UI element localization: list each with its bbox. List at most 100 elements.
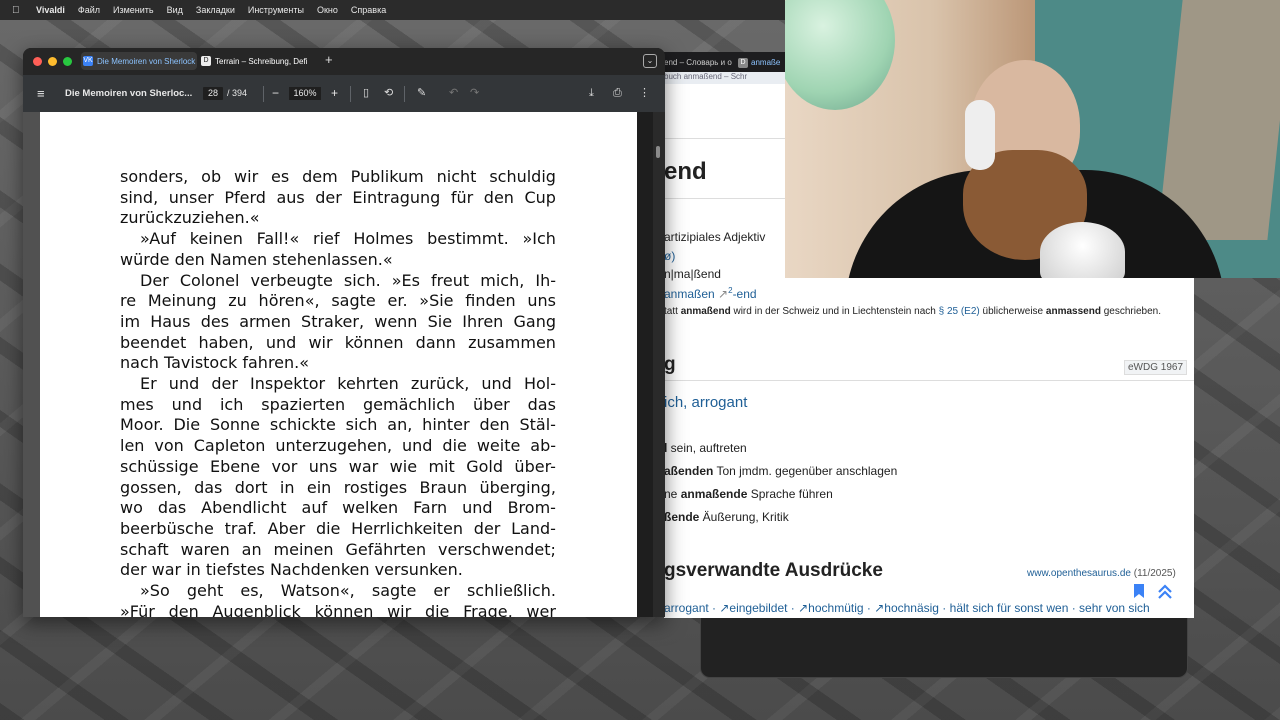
pdf-word: des xyxy=(200,311,230,331)
vertical-scrollbar[interactable] xyxy=(653,112,665,617)
pdf-word: mit xyxy=(428,456,455,476)
menu-tools[interactable]: Инструменты xyxy=(248,5,304,15)
pdf-word: von xyxy=(154,436,184,456)
example-2: aßenden Ton jmdm. gegenüber anschlagen xyxy=(664,464,897,478)
example-text: Ton jmdm. gegenüber anschlagen xyxy=(713,464,898,478)
pdf-word: »Auf xyxy=(140,229,176,249)
print-icon[interactable]: ⎙ xyxy=(613,75,622,112)
pdf-word: unser xyxy=(168,187,214,207)
pdf-word: das xyxy=(194,477,223,497)
pdf-text-line: Moor. Die Sonne schickte sich an, hinter den Stä… xyxy=(120,415,556,436)
rule-link[interactable]: § 25 (E2) xyxy=(939,306,980,317)
redo-icon[interactable]: ↷ xyxy=(470,75,479,112)
note-bold: anmaßend xyxy=(680,306,731,317)
example-bold: aßenden xyxy=(664,464,714,478)
menu-icon[interactable]: ≡ xyxy=(37,75,45,112)
pdf-word: die xyxy=(442,436,467,456)
pdf-word: im xyxy=(120,311,141,331)
pdf-word: haben, xyxy=(198,332,254,352)
zoom-out-button[interactable]: − xyxy=(272,75,279,112)
pdf-word: der xyxy=(315,187,342,207)
pdf-word: nicht xyxy=(436,167,477,186)
undo-icon[interactable]: ↶ xyxy=(449,75,458,112)
note-bold: anmassend xyxy=(1045,306,1101,317)
menu-window[interactable]: Окно xyxy=(317,5,338,15)
pdf-word: welken xyxy=(342,498,399,518)
minimize-icon[interactable] xyxy=(48,57,57,66)
bookmark-icon[interactable] xyxy=(1130,582,1148,600)
pdf-word: Frage, xyxy=(463,601,513,617)
pdf-word: schickte xyxy=(269,415,336,435)
menu-view[interactable]: Вид xyxy=(167,5,183,15)
scrollbar-thumb[interactable] xyxy=(656,146,660,158)
close-icon[interactable] xyxy=(33,57,42,66)
section-meaning-title: g xyxy=(664,354,676,375)
derivation-base[interactable]: anmaßen xyxy=(664,287,715,301)
note-text: wird in der Schweiz und in Liechtenstein… xyxy=(730,306,939,317)
pdf-word: uns xyxy=(308,456,338,476)
pdf-word: sonders, xyxy=(120,167,189,186)
pdf-viewer[interactable]: sonders, ob wir es dem Publikum nicht schuldig s… xyxy=(23,112,665,617)
pdf-word: sagte xyxy=(371,581,417,601)
example-text: sein, auftreten xyxy=(667,441,747,455)
pdf-word: weite xyxy=(476,436,521,456)
menu-app[interactable]: Vivaldi xyxy=(36,5,65,15)
pdf-word: Er xyxy=(140,374,157,394)
menu-help[interactable]: Справка xyxy=(351,5,386,15)
pdf-word: Moor. xyxy=(120,415,164,435)
syllabification: n|ma|ßend xyxy=(664,267,721,281)
source-link[interactable]: www.openthesaurus.de xyxy=(1027,568,1131,579)
fit-page-icon[interactable]: ▯ xyxy=(363,75,369,112)
pdf-word: keinen xyxy=(189,229,243,249)
more-options-icon[interactable]: ⋮ xyxy=(639,75,650,112)
pdf-word: an xyxy=(241,539,262,559)
annotate-pen-icon[interactable]: ✎ xyxy=(417,75,426,112)
pdf-text-line: »So geht es, Watson«, sagte er schließlich. xyxy=(120,581,556,602)
tab-title: Die Memoiren von Sherlock xyxy=(97,56,196,66)
pdf-word: schüssige xyxy=(120,456,199,476)
tab-dictionary[interactable]: end – Словарь и о xyxy=(664,55,736,71)
new-tab-button[interactable]: + xyxy=(325,53,333,67)
pdf-page: sonders, ob wir es dem Publikum nicht schuldig s… xyxy=(40,112,637,617)
pdf-word: Pferd xyxy=(224,187,266,207)
page-number-input[interactable]: 28 xyxy=(203,87,223,100)
arrow-icon: ↗ xyxy=(718,287,729,301)
note-text: üblicherweise xyxy=(979,306,1046,317)
pronunciation-link[interactable]: ø) xyxy=(664,249,675,263)
pdf-word: Ihren xyxy=(462,311,504,331)
menu-edit[interactable]: Изменить xyxy=(113,5,154,15)
meaning[interactable]: ich, arrogant xyxy=(664,394,747,411)
pdf-word: ich xyxy=(219,394,244,414)
zoom-input[interactable]: 160% xyxy=(289,87,321,100)
rotate-icon[interactable]: ⟲ xyxy=(384,75,393,112)
menu-file[interactable]: Файл xyxy=(78,5,100,15)
pdf-word: len xyxy=(120,436,145,456)
webcam-lamp xyxy=(785,0,895,110)
download-icon[interactable]: ⤓ xyxy=(589,75,594,112)
apple-icon[interactable]:  xyxy=(12,5,26,16)
pdf-word: zu xyxy=(228,291,247,311)
maximize-icon[interactable] xyxy=(63,57,72,66)
pdf-word: sich. xyxy=(343,270,381,290)
pdf-word: beendet xyxy=(120,332,187,352)
menu-bookmarks[interactable]: Закладки xyxy=(196,5,235,15)
derivation-link[interactable]: anmaßen ↗2-end xyxy=(664,286,757,301)
tab-list-chevron-icon[interactable]: ⌄ xyxy=(643,54,657,68)
tab-sherlock[interactable]: VK Die Memoiren von Sherlock xyxy=(81,52,197,70)
pdf-word: Cup xyxy=(524,187,556,207)
pdf-text-content: würde den Namen stehenlassen.« xyxy=(120,249,393,269)
scroll-to-top-icon[interactable] xyxy=(1154,580,1176,602)
synonym-list[interactable]: arrogant · ↗eingebildet · ↗hochmütig · ↗… xyxy=(664,601,1150,615)
window-controls xyxy=(33,57,72,66)
pdf-text-line: Der Colonel verbeugte sich. »Es freut mich, Ih- xyxy=(120,271,556,292)
note-text: tatt xyxy=(664,306,681,317)
pdf-word: Ih- xyxy=(535,270,556,290)
pdf-word: und xyxy=(462,498,493,518)
browser-window: VK Die Memoiren von Sherlock D Terrain –… xyxy=(23,48,665,617)
pdf-word: kehrten xyxy=(337,374,399,394)
pdf-word: gossen, xyxy=(120,477,182,497)
tab-terrain[interactable]: D Terrain – Schreibung, Defi xyxy=(201,52,313,70)
zoom-in-button[interactable]: + xyxy=(331,75,338,112)
pdf-text-content: nach Tavistock fahren.« xyxy=(120,353,310,373)
pdf-word: gemächlich xyxy=(362,394,456,414)
